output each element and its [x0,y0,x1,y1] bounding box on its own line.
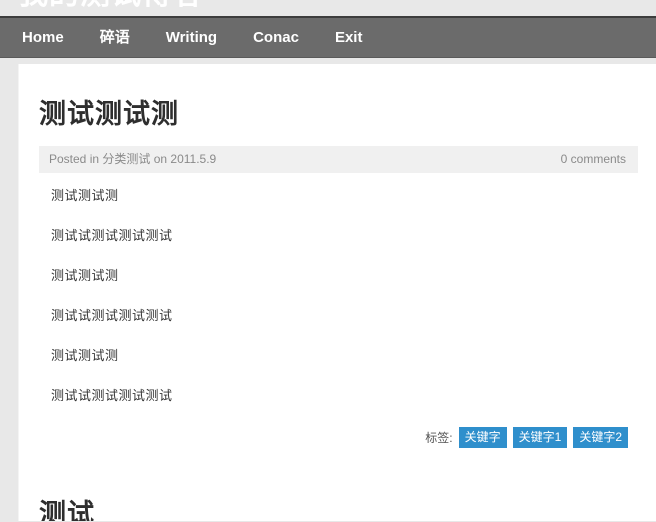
tag-badge[interactable]: 关键字2 [573,427,628,448]
tag-badge[interactable]: 关键字1 [512,427,568,448]
content-wrapper: 测试测试测 Posted in 分类测试 on 2011.5.9 0 comme… [0,58,656,521]
post-paragraph: 测试测试测 [51,188,119,203]
site-title: 我的测试博客 [18,0,204,12]
post-article: 测试 Posted in on 2011.5.9 0 comments [19,464,656,521]
nav-item-home[interactable]: Home [22,28,64,48]
post-title: 测试 [39,499,95,521]
posted-in-label: Posted in [49,152,103,166]
post-meta: Posted in 分类测试 on 2011.5.9 0 comments [39,146,638,173]
main-navigation: Home 碎语 Writing Conac Exit [0,16,656,58]
content-panel: 测试测试测 Posted in 分类测试 on 2011.5.9 0 comme… [18,64,656,521]
nav-item-suiyu[interactable]: 碎语 [100,28,130,48]
site-header: 我的测试博客 [0,0,656,16]
tag-badge[interactable]: 关键字 [458,427,507,448]
post-title: 测试测试测 [39,99,179,129]
post-body: 测试测试测 测试试测试测试测试 测试测试测 测试试测试测试测试 测试测试测 测试… [39,173,638,405]
nav-item-exit[interactable]: Exit [335,28,363,48]
post-meta-left: Posted in 分类测试 on 2011.5.9 [49,151,216,168]
on-label: on [150,152,171,166]
nav-item-conac[interactable]: Conac [253,28,299,48]
post-category-link[interactable]: 分类测试 [102,152,150,166]
post-tags: 标签: 关键字 关键字1 关键字2 [39,427,638,464]
post-comments-link[interactable]: 0 comments [561,151,626,168]
tags-label: 标签: [425,430,453,445]
post-date: 2011.5.9 [170,152,217,166]
nav-item-writing[interactable]: Writing [166,28,217,48]
post-paragraph: 测试试测试测试测试 [51,308,173,323]
post-paragraph: 测试试测试测试测试 [51,388,173,403]
post-paragraph: 测试测试测 [51,348,119,363]
post-paragraph: 测试测试测 [51,268,119,283]
post-paragraph: 测试试测试测试测试 [51,228,173,243]
post-article: 测试测试测 Posted in 分类测试 on 2011.5.9 0 comme… [19,64,656,464]
